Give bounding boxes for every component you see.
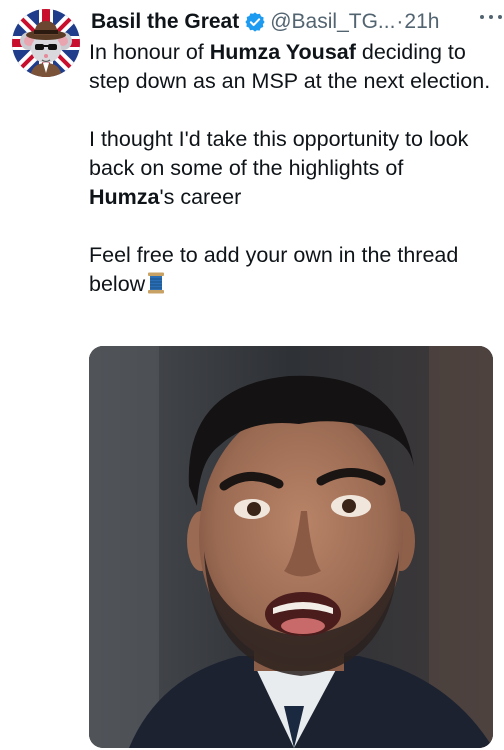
avatar[interactable] <box>12 9 80 77</box>
text-segment: In honour of <box>89 40 210 64</box>
spool-of-thread-icon <box>147 272 165 294</box>
separator-dot: · <box>396 10 404 33</box>
bold-name: Humza Yousaf <box>209 40 356 64</box>
paragraph-1: In honour of Humza Yousaf deciding to st… <box>89 38 494 96</box>
text-segment: 's career <box>159 185 242 209</box>
display-name[interactable]: Basil the Great <box>91 10 239 34</box>
tweet-text: In honour of Humza Yousaf deciding to st… <box>89 38 494 299</box>
bold-name: Humza <box>89 185 160 209</box>
verified-badge-icon <box>244 11 266 33</box>
timestamp[interactable]: 21h <box>404 10 439 34</box>
mouse-in-fedora-union-jack-avatar-icon <box>12 9 80 77</box>
text-segment: I thought I'd take this opportunity to l… <box>89 127 469 180</box>
photo-of-man-speaking-icon <box>89 346 493 748</box>
paragraph-3: Feel free to add your own in the thread … <box>89 241 494 299</box>
tweet[interactable]: Basil the Great @Basil_TG... · 21h In ho… <box>0 0 504 750</box>
paragraph-2: I thought I'd take this opportunity to l… <box>89 125 494 212</box>
tweet-media-image[interactable] <box>89 346 493 748</box>
text-segment: Feel free to add your own in the thread … <box>89 243 459 296</box>
handle[interactable]: @Basil_TG... <box>270 10 395 34</box>
more-horizontal-icon[interactable] <box>480 7 502 27</box>
tweet-header: Basil the Great @Basil_TG... · 21h <box>91 6 498 38</box>
